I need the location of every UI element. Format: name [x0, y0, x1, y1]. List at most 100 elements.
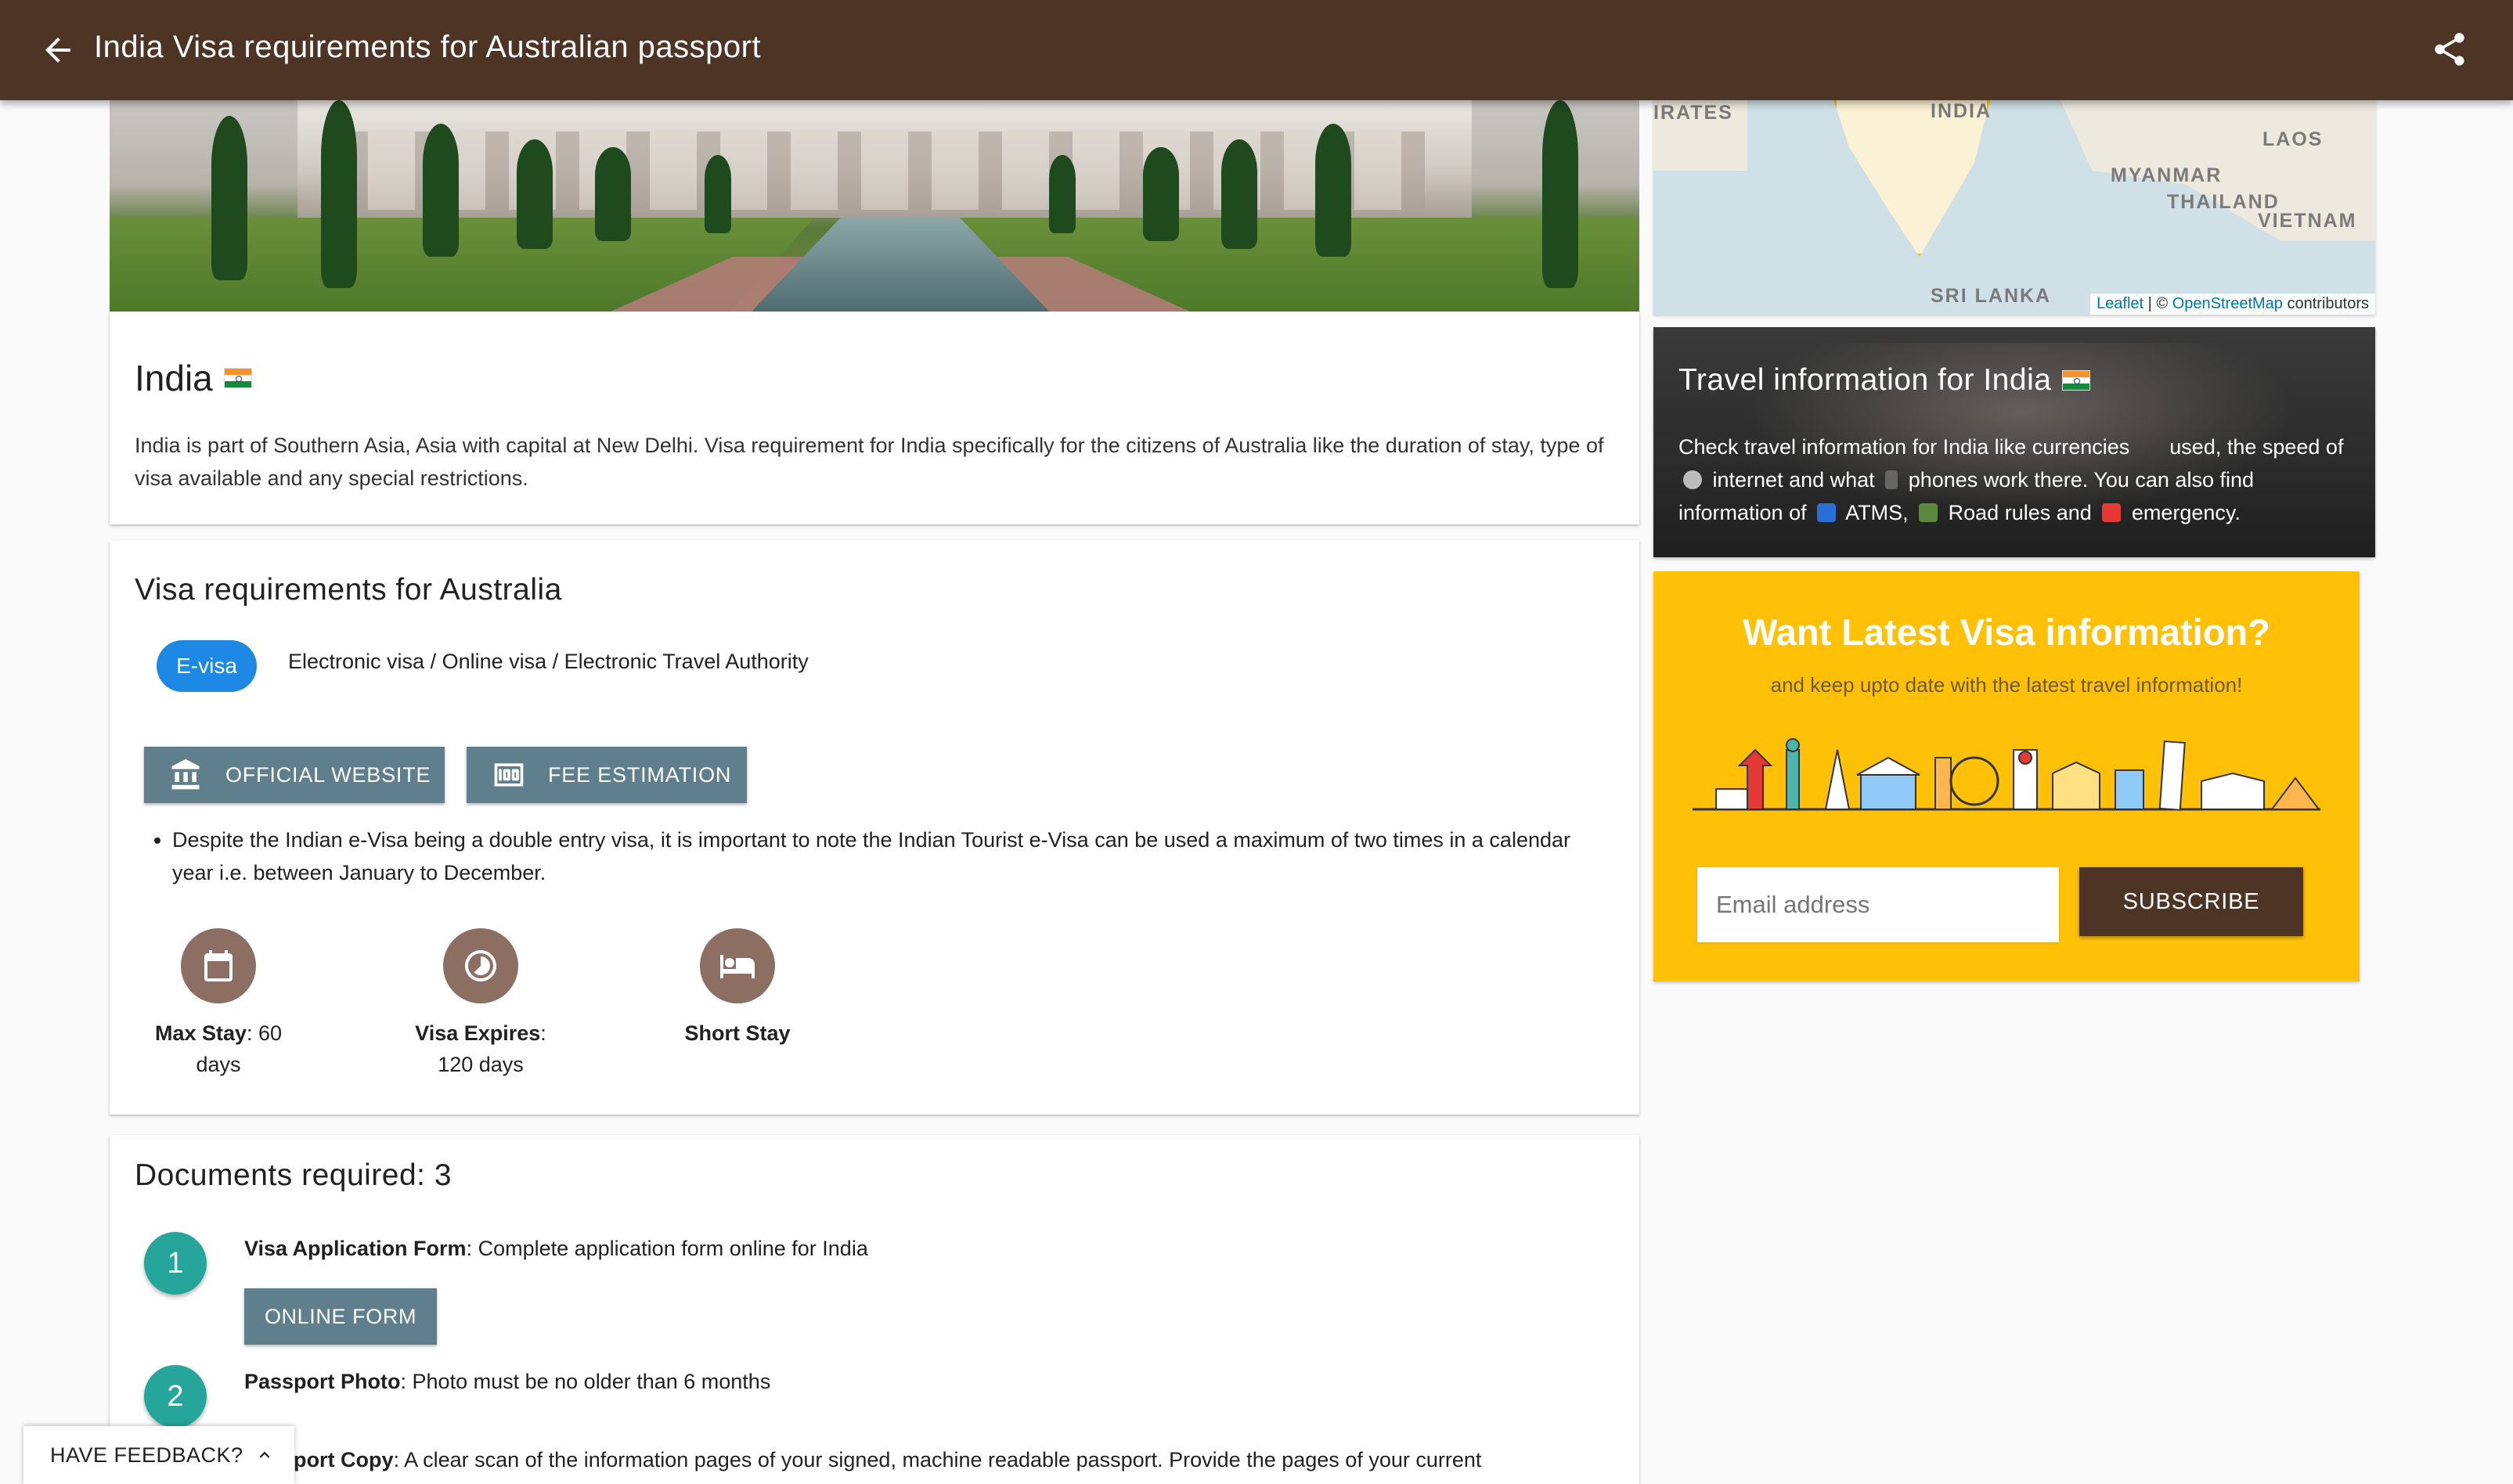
feedback-tab[interactable]: HAVE FEEDBACK? — [23, 1426, 294, 1484]
hero-arches — [344, 131, 1425, 210]
country-description: India is part of Southern Asia, Asia wit… — [135, 434, 1604, 490]
chevron-up-icon — [259, 1451, 270, 1458]
map-attribution: Leaflet | © OpenStreetMap contributors — [2090, 294, 2375, 315]
visa-note: Despite the Indian e-Visa being a double… — [172, 823, 1581, 889]
fee-estimation-label: FEE ESTIMATION — [548, 762, 732, 787]
travel-text: emergency. — [2131, 501, 2241, 524]
travel-text: Check travel information for India like … — [1678, 435, 2130, 459]
satellite-icon — [1683, 470, 1702, 489]
max-stay-stat: Max Stay: 60 days — [144, 928, 293, 1080]
timelapse-icon — [465, 950, 496, 982]
atm-icon — [1817, 503, 1837, 522]
hero-tree — [211, 116, 247, 280]
leaflet-link[interactable]: Leaflet — [2097, 295, 2143, 312]
documents-card: Documents required: 3 1 Visa Application… — [110, 1135, 1639, 1484]
document-detail: : Photo must be no older than 6 months — [400, 1370, 771, 1393]
document-name: Passport Photo — [244, 1370, 401, 1393]
road-icon — [1919, 503, 1938, 522]
hotel-bed-icon — [720, 955, 755, 978]
calendar-icon-circle — [181, 928, 256, 1003]
country-map[interactable]: IRATES INDIA LAOS MYANMAR THAILAND VIETN… — [1653, 100, 2375, 315]
travel-text: Road rules and — [1948, 501, 2092, 524]
attribution-separator: | © — [2143, 295, 2172, 312]
map-label-india: INDIA — [1931, 100, 1992, 122]
hero-tree — [1221, 139, 1257, 249]
hero-tree — [1143, 147, 1179, 241]
travel-text: ATMS, — [1845, 501, 1909, 524]
visa-type-description: Electronic visa / Online visa / Electron… — [288, 650, 809, 673]
hero-tree — [517, 139, 553, 249]
document-detail: : A clear scan of the information pages … — [393, 1448, 1482, 1471]
hero-tree — [423, 124, 459, 257]
hero-tree — [321, 100, 357, 288]
subscribe-card: Want Latest Visa information? and keep u… — [1653, 571, 2360, 982]
hotel-icon-circle — [700, 928, 775, 1003]
arrow-back-icon[interactable] — [39, 31, 77, 69]
document-item: Passport Copy: A clear scan of the infor… — [244, 1448, 1481, 1472]
subscribe-subtitle: and keep upto date with the latest trave… — [1770, 673, 2243, 697]
hero-tree — [1049, 155, 1076, 233]
app-bar: India Visa requirements for Australian p… — [0, 0, 2513, 100]
visa-expires-label: Visa Expires — [415, 1021, 541, 1045]
map-label-myanmar: MYANMAR — [2111, 164, 2223, 186]
timelapse-icon-circle — [443, 928, 518, 1003]
subscribe-button[interactable]: SUBSCRIBE — [2079, 867, 2303, 936]
short-stay-label: Short Stay — [684, 1021, 791, 1045]
osm-link[interactable]: OpenStreetMap — [2172, 295, 2283, 312]
mobile-phone-icon — [1885, 470, 1898, 489]
hero-tree — [595, 147, 631, 241]
travel-info-card[interactable]: Travel information for India Check trave… — [1653, 327, 2375, 557]
step-number: 2 — [144, 1365, 207, 1428]
travel-info-title: Travel information for India — [1678, 363, 2091, 398]
visa-requirements-title: Visa requirements for Australia — [135, 573, 562, 607]
attribution-tail: contributors — [2282, 295, 2369, 312]
max-stay-label: Max Stay — [154, 1021, 247, 1045]
travel-text: used, the speed of — [2169, 435, 2344, 459]
feedback-label: HAVE FEEDBACK? — [50, 1443, 243, 1467]
hero-tree — [1315, 124, 1351, 257]
document-item: Passport Photo: Photo must be no older t… — [244, 1370, 770, 1394]
fee-estimation-button[interactable]: FEE ESTIMATION — [467, 747, 747, 803]
page-title: India Visa requirements for Australian p… — [94, 30, 762, 64]
country-name: India — [135, 358, 213, 398]
country-card: India India is part of Southern Asia, As… — [110, 312, 1639, 524]
visa-notes-list: Despite the Indian e-Visa being a double… — [172, 823, 1581, 889]
money-bag-icon — [2140, 438, 2159, 456]
india-flag-icon — [2062, 370, 2091, 391]
map-label-emirates: IRATES — [1653, 102, 1733, 124]
visa-expires-text: Visa Expires: 120 days — [395, 1018, 567, 1080]
country-heading: India — [135, 357, 252, 399]
short-stay-text: Short Stay — [667, 1018, 808, 1049]
document-name: Visa Application Form — [244, 1237, 467, 1260]
official-website-label: OFFICIAL WEBSITE — [225, 762, 431, 787]
share-icon[interactable] — [2430, 30, 2469, 69]
map-label-sri-lanka: SRI LANKA — [1931, 285, 2052, 307]
map-label-vietnam: VIETNAM — [2258, 210, 2357, 232]
india-flag-icon — [223, 368, 252, 388]
money-icon — [494, 763, 524, 787]
subscribe-title: Want Latest Visa information? — [1743, 611, 2270, 653]
hero-image-taj-mahal — [110, 100, 1639, 312]
max-stay-text: Max Stay: 60 days — [144, 1018, 293, 1080]
hero-tree — [705, 155, 731, 233]
visa-requirements-card: Visa requirements for Australia E-visa E… — [110, 540, 1639, 1115]
hero-tree — [1542, 100, 1578, 288]
document-detail: : Complete application form online for I… — [466, 1237, 868, 1260]
document-item: Visa Application Form: Complete applicat… — [244, 1237, 868, 1261]
bank-icon — [171, 758, 200, 790]
visa-expires-stat: Visa Expires: 120 days — [395, 928, 567, 1080]
step-number: 1 — [144, 1232, 207, 1295]
visa-type-chip[interactable]: E-visa — [157, 640, 257, 692]
travel-info-text: Check travel information for India like … — [1678, 430, 2360, 529]
calendar-icon — [204, 950, 233, 982]
short-stay-stat: Short Stay — [667, 928, 808, 1049]
travel-text: internet and what — [1712, 468, 1875, 492]
travel-info-title-text: Travel information for India — [1678, 363, 2052, 397]
email-input[interactable] — [1697, 867, 2059, 942]
document-name: ort Copy — [306, 1448, 394, 1471]
world-landmarks-illustration — [1693, 738, 2320, 811]
official-website-button[interactable]: OFFICIAL WEBSITE — [144, 747, 445, 803]
map-label-laos: LAOS — [2262, 128, 2324, 150]
map-india-shape — [1833, 100, 1990, 257]
online-form-button[interactable]: ONLINE FORM — [244, 1288, 437, 1345]
